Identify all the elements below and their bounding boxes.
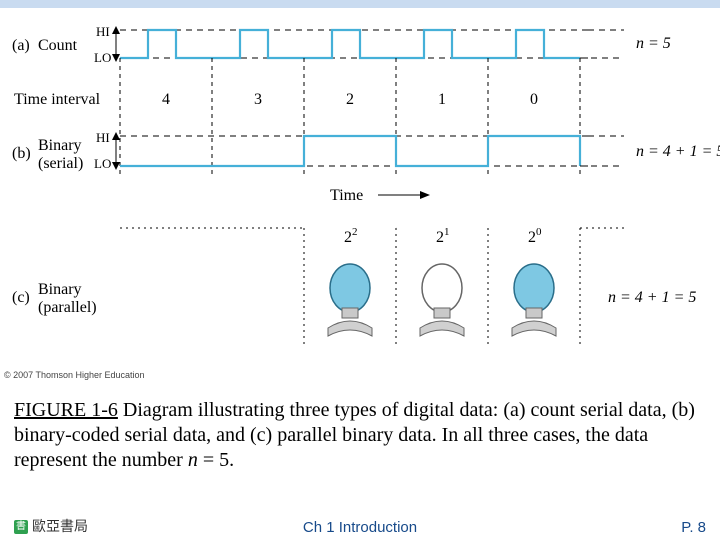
bulb-3 (512, 264, 556, 336)
svg-text:0: 0 (530, 91, 538, 108)
svg-text:22: 22 (344, 226, 358, 246)
slide-top-bar (0, 0, 720, 8)
page-number: P. 8 (681, 519, 706, 536)
bulb-2 (420, 264, 464, 336)
interval-dividers (120, 58, 580, 176)
row-b-index: (b) (12, 145, 31, 162)
row-a-name: Count (38, 37, 78, 54)
interval-numbers: 4 3 2 1 0 (162, 91, 538, 108)
svg-text:1: 1 (438, 91, 446, 108)
caption-n-var: n (188, 449, 198, 471)
time-interval-label: Time interval (14, 91, 101, 108)
row-a-hi: HI (96, 24, 110, 39)
power-labels: 22 21 20 (344, 226, 542, 246)
row-c-index: (c) (12, 289, 30, 306)
row-b-name2: (serial) (38, 155, 83, 172)
row-b-lo: LO (94, 156, 111, 171)
caption-body-2: = 5. (198, 449, 234, 471)
slide-footer: 書歐亞書局 Ch 1 Introduction P. 8 (0, 512, 720, 536)
chapter-label: Ch 1 Introduction (0, 519, 720, 536)
time-axis: Time (330, 187, 430, 204)
row-c: (c) Binary (parallel) 22 21 20 (12, 226, 696, 348)
row-c-name1: Binary (38, 281, 82, 298)
copyright-notice: © 2007 Thomson Higher Education (4, 370, 145, 380)
svg-text:21: 21 (436, 226, 450, 246)
row-b-eq: n = 4 + 1 = 5 (636, 143, 720, 160)
row-c-name2: (parallel) (38, 299, 97, 316)
row-b: (b) Binary (serial) HI LO n = 4 + 1 = 5 (12, 130, 720, 172)
caption-figure-label: FIGURE 1-6 (14, 399, 118, 421)
row-a-lo: LO (94, 50, 111, 65)
row-a: (a) Count HI LO n = 5 (12, 24, 671, 65)
svg-text:20: 20 (528, 226, 542, 246)
row-b-hi: HI (96, 130, 110, 145)
svg-text:3: 3 (254, 91, 262, 108)
row-b-waveform (120, 136, 580, 166)
figure-caption: FIGURE 1-6 Diagram illustrating three ty… (14, 398, 706, 473)
figure-diagram: (a) Count HI LO n = 5 Time interval 4 3 … (0, 8, 720, 368)
row-a-eq: n = 5 (636, 35, 671, 52)
row-a-waveform (120, 30, 580, 58)
svg-text:Time: Time (330, 187, 363, 204)
row-c-eq: n = 4 + 1 = 5 (608, 289, 696, 306)
svg-text:2: 2 (346, 91, 354, 108)
svg-text:4: 4 (162, 91, 170, 108)
row-a-index: (a) (12, 37, 30, 54)
row-b-name1: Binary (38, 137, 82, 154)
bulb-1 (328, 264, 372, 336)
